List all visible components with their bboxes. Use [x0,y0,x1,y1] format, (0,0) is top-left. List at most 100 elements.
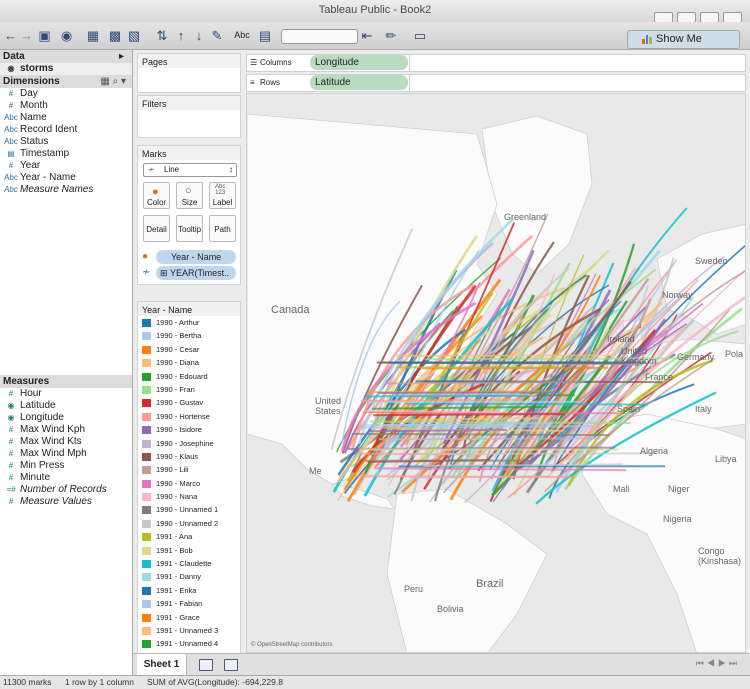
swap-rows-columns-icon[interactable]: ⇅ [155,27,169,44]
legend-item[interactable]: 1991 - Claudette [138,557,240,570]
measure-max-wind-kph[interactable]: # Max Wind Kph [0,424,132,436]
measure-number-of-records[interactable]: =# Number of Records [0,484,132,496]
legend-swatch [142,586,151,595]
legend-item[interactable]: 1991 - Unnamed 4 [138,637,240,650]
measure-minute[interactable]: # Minute [0,472,132,484]
longitude-pill[interactable]: Longitude [310,55,408,70]
legend-item[interactable]: 1991 - Erika [138,584,240,597]
dimension-timestamp[interactable]: ▤ Timestamp [0,148,132,160]
legend-item[interactable]: 1990 - Cesar [138,343,240,356]
legend-label: 1991 - Danny [156,572,202,582]
legend-item[interactable]: 1990 - Marco [138,477,240,490]
legend-item[interactable]: 1990 - Edouard [138,370,240,383]
legend-item[interactable]: 1991 - Fabian [138,597,240,610]
legend-item[interactable]: 1991 - Unnamed 3 [138,624,240,637]
plus-icon[interactable]: ⊞ [160,266,168,280]
text-type-icon: Abc [4,173,18,182]
year-timestamp-path-pill[interactable]: ⊞ YEAR(Timest.. [156,266,236,280]
dimension-record-ident[interactable]: Abc Record Ident [0,124,132,136]
fix-axes-icon[interactable]: ⇤ [360,27,374,44]
new-worksheet-tab-icon[interactable] [199,659,213,671]
legend-item[interactable]: 1990 - Lili [138,463,240,476]
filters-card[interactable]: Filters [137,95,241,138]
dimension-day[interactable]: # Day [0,88,132,100]
pane-menu-icon[interactable]: ▸ [119,50,124,63]
legend-item[interactable]: 1991 - Grace [138,611,240,624]
chevron-down-icon: ↕ [229,165,233,174]
measure-max-wind-mph[interactable]: # Max Wind Mph [0,448,132,460]
dimension-year-name[interactable]: Abc Year - Name [0,172,132,184]
measure-latitude[interactable]: ◉ Latitude [0,400,132,412]
fit-icon[interactable]: ▤ [256,27,274,44]
dimension-month[interactable]: # Month [0,100,132,112]
mark-type-select[interactable]: ≁ Line ↕ [143,163,237,177]
tooltip-button[interactable]: Tooltip [176,215,203,242]
year-name-color-pill[interactable]: Year - Name [156,250,236,264]
dimensions-search-icon[interactable]: ▦ ⌕ ▾ [100,75,126,88]
color-button[interactable]: ● Color [143,182,170,209]
show-me-button[interactable]: Show Me [627,30,740,49]
dimension-status[interactable]: Abc Status [0,136,132,148]
measure-measure-values[interactable]: # Measure Values [0,496,132,508]
dimension-year[interactable]: # Year [0,160,132,172]
measure-hour[interactable]: # Hour [0,388,132,400]
new-data-source-icon[interactable]: ◉ [60,27,73,44]
legend-item[interactable]: 1990 - Josephine [138,437,240,450]
storm-track [378,391,559,394]
legend-item[interactable]: 1990 - Klaus [138,450,240,463]
sort-ascending-icon[interactable]: ↑ [174,27,188,44]
legend-item[interactable]: 1991 - Ana [138,530,240,543]
legend-item[interactable]: 1990 - Hortense [138,410,240,423]
legend-item[interactable]: 1990 - Bertha [138,329,240,342]
pen-icon[interactable]: ✏ [383,27,399,44]
measure-min-press[interactable]: # Min Press [0,460,132,472]
legend-item[interactable]: 1990 - Fran [138,383,240,396]
latitude-pill[interactable]: Latitude [310,75,408,90]
tab-navigation-icons[interactable]: ⏮◀▶⏭ [696,658,740,669]
data-source-storms[interactable]: ◉ storms [0,63,132,75]
save-icon[interactable]: ▣ [38,27,51,44]
dimension-name[interactable]: Abc Name [0,112,132,124]
legend-item[interactable]: 1991 - Bob [138,544,240,557]
duplicate-sheet-icon[interactable]: ▩ [108,27,122,44]
presentation-icon[interactable]: ▭ [413,27,427,44]
clear-sheet-icon[interactable]: ▧ [126,27,142,44]
label-button-label: Label [212,198,233,207]
map-label-bolivia: Bolivia [437,604,464,614]
legend-list: 1990 - Arthur 1990 - Bertha 1990 - Cesar 19… [138,316,240,651]
legend-item[interactable]: 1990 - Isidore [138,423,240,436]
show-labels-button[interactable]: Abc [233,27,251,44]
map-label-germany: Germany [677,352,715,362]
sort-descending-icon[interactable]: ↓ [192,27,206,44]
highlight-icon[interactable]: ✎ [208,27,226,44]
measure-max-wind-kts[interactable]: # Max Wind Kts [0,436,132,448]
legend-item[interactable]: 1990 - Arthur [138,316,240,329]
legend-swatch [142,573,151,582]
dimension-measure-names[interactable]: Abc Measure Names [0,184,132,196]
legend-item[interactable]: 1990 - Unnamed 1 [138,503,240,516]
sheet-tab-sheet-1[interactable]: Sheet 1 [137,654,187,675]
legend-label: 1990 - Nana [156,492,198,502]
map-view[interactable]: Greenland Canada Sweden Norway United St… [246,93,746,653]
legend-item[interactable]: 1990 - Nana [138,490,240,503]
rows-shelf-drop-area[interactable] [409,74,746,92]
label-button[interactable]: Abc 123 Label [209,182,236,209]
new-dashboard-tab-icon[interactable] [224,659,238,671]
detail-button[interactable]: Detail [143,215,170,242]
legend-item[interactable]: 1990 - Gustav [138,396,240,409]
pages-card[interactable]: Pages [137,53,241,93]
back-arrow-icon[interactable]: ← [4,27,17,44]
legend-item[interactable]: 1990 - Diana [138,356,240,369]
forward-arrow-icon[interactable]: → [20,27,33,44]
path-button[interactable]: Path [209,215,236,242]
size-button[interactable]: ○ Size [176,182,203,209]
legend-item[interactable]: 1990 - Unnamed 2 [138,517,240,530]
legend-swatch [142,452,151,461]
columns-shelf-drop-area[interactable] [409,54,746,72]
measure-longitude[interactable]: ◉ Longitude [0,412,132,424]
legend-item[interactable]: 1991 - Danny [138,570,240,583]
legend-swatch [142,613,151,622]
fit-select[interactable] [281,29,358,44]
dimension-label: Status [20,136,49,147]
new-worksheet-icon[interactable]: ▦ [83,27,103,44]
